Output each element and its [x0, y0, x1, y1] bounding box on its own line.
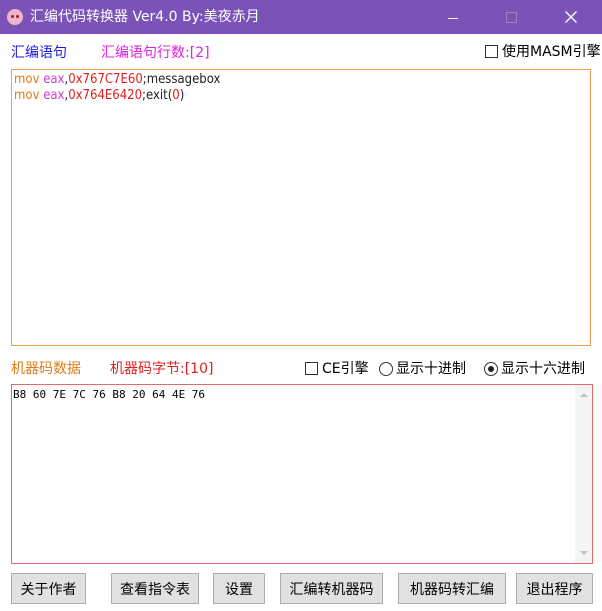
maximize-button: [488, 0, 534, 34]
minimize-button[interactable]: [430, 0, 476, 34]
machine-to-asm-button[interactable]: 机器码转汇编: [398, 573, 506, 604]
scroll-up-icon[interactable]: [580, 393, 588, 397]
maximize-icon: [505, 11, 517, 23]
radio-hex[interactable]: [484, 362, 498, 376]
machine-section-label: 机器码数据: [11, 361, 81, 377]
close-button[interactable]: [548, 0, 594, 34]
minimize-icon: [448, 17, 458, 19]
radio-hex-label: 显示十六进制: [501, 361, 585, 377]
window-title: 汇编代码转换器 Ver4.0 By:美夜赤月: [30, 9, 260, 25]
scroll-down-icon[interactable]: [580, 551, 588, 555]
asm-line-1: mov eax,0x767C7E60;messagebox: [14, 72, 221, 87]
settings-button[interactable]: 设置: [213, 573, 265, 604]
about-author-button[interactable]: 关于作者: [11, 573, 86, 604]
asm-section-label: 汇编语句: [11, 45, 67, 61]
ce-checkbox[interactable]: [305, 362, 318, 375]
app-face-icon: [7, 9, 23, 25]
asm-to-machine-button[interactable]: 汇编转机器码: [280, 573, 383, 604]
machine-bytes-count: 机器码字节:[10]: [110, 361, 214, 377]
vertical-scrollbar[interactable]: [575, 385, 592, 563]
ce-checkbox-label: CE引擎: [322, 361, 369, 377]
machine-code-text: B8 60 7E 7C 76 B8 20 64 4E 76: [13, 388, 206, 401]
title-bar: 汇编代码转换器 Ver4.0 By:美夜赤月: [0, 0, 602, 34]
asm-line-2: mov eax,0x764E6420;exit(0): [14, 88, 185, 103]
radio-decimal[interactable]: [379, 362, 393, 376]
view-instructions-button[interactable]: 查看指令表: [111, 573, 199, 604]
asm-editor[interactable]: mov eax,0x767C7E60;messagebox mov eax,0x…: [11, 69, 591, 346]
exit-button[interactable]: 退出程序: [516, 573, 593, 604]
radio-decimal-label: 显示十进制: [396, 361, 466, 377]
asm-line-count: 汇编语句行数:[2]: [101, 45, 210, 61]
machine-code-editor[interactable]: B8 60 7E 7C 76 B8 20 64 4E 76: [11, 384, 593, 564]
masm-checkbox[interactable]: [485, 45, 498, 58]
masm-checkbox-label: 使用MASM引擎: [502, 44, 601, 60]
close-icon: [565, 11, 577, 23]
